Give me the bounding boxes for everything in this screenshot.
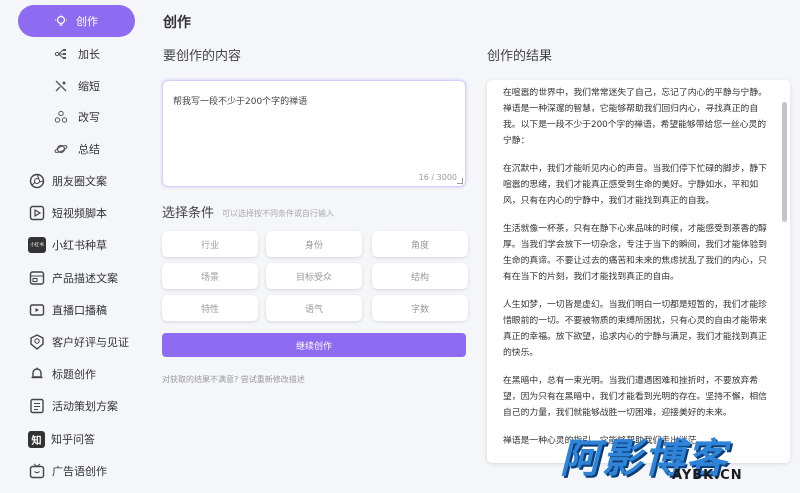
sidebar-item-xiaohongshu[interactable]: 小红书 小红书种草 [28, 230, 107, 260]
zhihu-icon: 知 [28, 430, 45, 448]
result-scrollbar[interactable] [782, 102, 787, 222]
chip-word-count[interactable]: 字数 [372, 295, 468, 321]
bell-icon [28, 365, 46, 383]
sidebar-item-label: 创作 [76, 15, 98, 28]
sidebar-item-label: 总结 [78, 143, 100, 156]
result-paragraph: 人生如梦，一切皆是虚幻。当我们明白一切都是短暂的，我们才能珍惜眼前的一切。不要被… [503, 300, 767, 358]
xiaohongshu-icon: 小红书 [28, 237, 46, 253]
chip-tone[interactable]: 语气 [266, 295, 362, 321]
sidebar-item-label: 朋友圈文案 [52, 175, 107, 188]
result-paragraph: 在黑暗中，总有一束光明。当我们遭遇困难和挫折时，不要放弃希望，因为只有在黑暗中，… [503, 376, 767, 418]
result-section-title: 创作的结果 [487, 49, 553, 64]
sidebar-item-zhihu[interactable]: 知 知乎问答 [28, 424, 95, 454]
sidebar-item-lengthen[interactable]: 加长 [52, 39, 100, 69]
chip-feature[interactable]: 特性 [162, 295, 258, 321]
result-panel[interactable]: 在喧嚣的世界中，我们常常迷失了自己，忘记了内心的平静与宁静。禅语是一种深邃的智慧… [487, 80, 790, 463]
aperture-icon [28, 172, 46, 190]
live-icon [28, 301, 46, 319]
sidebar-item-product-desc[interactable]: 产品描述文案 [28, 263, 118, 293]
sidebar-item-label: 客户好评与见证 [52, 336, 129, 349]
bulb-icon [52, 12, 70, 30]
sidebar-item-ad-slogan[interactable]: 广告语创作 [28, 456, 107, 486]
sidebar-item-event-plan[interactable]: 活动策划方案 [28, 391, 118, 421]
conditions-title: 选择条件 [162, 206, 215, 221]
chip-scene[interactable]: 场景 [162, 263, 258, 289]
sidebar-item-label: 改写 [78, 111, 100, 124]
video-icon [28, 204, 46, 222]
sidebar-item-label: 广告语创作 [52, 465, 107, 478]
sidebar-item-rewrite[interactable]: 改写 [52, 102, 100, 132]
sidebar-item-label: 产品描述文案 [52, 272, 118, 285]
result-paragraph: 在沉默中，我们才能听见内心的声音。当我们停下忙碌的脚步，静下喧嚣的思绪，我们才能… [503, 164, 767, 206]
sidebar: 创作 加长 缩短 改写 总结 朋友圈文案 短视频脚本 小红书 小红书种草 产品描… [0, 0, 150, 493]
sidebar-item-label: 活动策划方案 [52, 400, 118, 413]
sidebar-item-label: 短视频脚本 [52, 207, 107, 220]
sidebar-item-label: 加长 [78, 48, 100, 61]
chip-structure[interactable]: 结构 [372, 263, 468, 289]
watermark: 阿影博客 AYBK.CN [560, 426, 790, 486]
conditions-hint: 可以选择按不同条件或自行输入 [222, 209, 334, 218]
char-counter: 16 / 3000 [418, 173, 457, 182]
sidebar-item-label: 缩短 [78, 80, 100, 93]
retry-hint: 对获取的结果不满意? 尝试重新修改描述 [162, 375, 305, 384]
result-text: 在喧嚣的世界中，我们常常迷失了自己，忘记了内心的平静与宁静。禅语是一种深邃的智慧… [503, 85, 773, 461]
plan-icon [28, 397, 46, 415]
result-paragraph: 在喧嚣的世界中，我们常常迷失了自己，忘记了内心的平静与宁静。禅语是一种深邃的智慧… [503, 88, 767, 146]
content-input-value: 帮我写一段不少于200个字的禅语 [173, 97, 308, 107]
expand-icon [52, 45, 70, 63]
sidebar-item-reviews[interactable]: 客户好评与见证 [28, 327, 129, 357]
sidebar-item-label: 直播口播稿 [52, 304, 107, 317]
rewrite-icon [52, 108, 70, 126]
chip-angle[interactable]: 角度 [372, 231, 468, 257]
sidebar-item-summary[interactable]: 总结 [52, 134, 100, 164]
shrink-icon [52, 77, 70, 95]
sidebar-item-label: 小红书种草 [52, 239, 107, 252]
watermark-url: AYBK.CN [672, 468, 743, 483]
page-title: 创作 [163, 15, 191, 31]
planet-icon [52, 140, 70, 158]
continue-create-button[interactable]: 继续创作 [162, 333, 466, 357]
sidebar-item-create[interactable]: 创作 [18, 5, 135, 37]
sidebar-item-live-script[interactable]: 直播口播稿 [28, 295, 107, 325]
chip-identity[interactable]: 身份 [266, 231, 362, 257]
chip-audience[interactable]: 目标受众 [266, 263, 362, 289]
content-section-title: 要创作的内容 [163, 49, 242, 64]
product-icon [28, 269, 46, 287]
sidebar-item-title-create[interactable]: 标题创作 [28, 359, 96, 389]
sidebar-item-short-video[interactable]: 短视频脚本 [28, 198, 107, 228]
result-paragraph: 生活就像一杯茶，只有在静下心来品味的时候，才能感受到茶香的醇厚。当我们学会放下一… [503, 224, 767, 282]
sidebar-item-shorten[interactable]: 缩短 [52, 71, 100, 101]
chip-industry[interactable]: 行业 [162, 231, 258, 257]
content-input[interactable]: 帮我写一段不少于200个字的禅语 16 / 3000 [162, 80, 466, 187]
tv-icon [28, 462, 46, 480]
sidebar-item-label: 标题创作 [52, 368, 96, 381]
resize-handle[interactable] [457, 178, 463, 184]
sidebar-item-label: 知乎问答 [51, 433, 95, 446]
badge-icon [28, 333, 46, 351]
sidebar-item-moments[interactable]: 朋友圈文案 [28, 166, 107, 196]
